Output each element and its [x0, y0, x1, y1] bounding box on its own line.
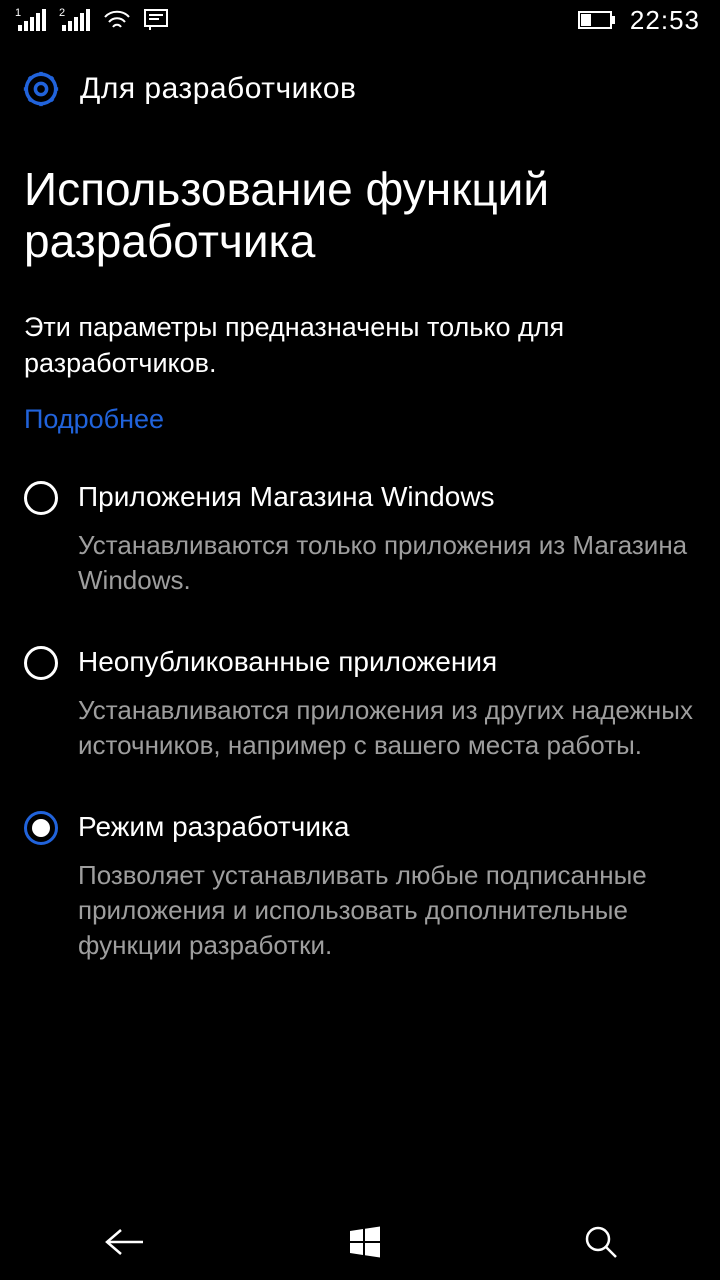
page-header: Для разработчиков: [0, 40, 720, 140]
signal-sim1-icon: 1: [16, 9, 46, 31]
radio-icon[interactable]: [24, 481, 58, 515]
option-description: Позволяет устанавливать любые подписанны…: [78, 858, 696, 963]
nav-bar: [0, 1202, 720, 1280]
sim2-index: 2: [59, 7, 65, 19]
radio-icon[interactable]: [24, 811, 58, 845]
option-sideload-apps[interactable]: Неопубликованные приложения Устанавливаю…: [24, 644, 696, 763]
status-right: 22:53: [578, 5, 700, 36]
gear-icon: [20, 68, 62, 110]
section-heading: Использование функций разработчика: [24, 164, 696, 267]
option-description: Устанавливаются приложения из других над…: [78, 693, 696, 763]
more-link[interactable]: Подробнее: [24, 404, 164, 435]
status-bar: 1 2: [0, 0, 720, 40]
signal-sim2-icon: 2: [60, 9, 90, 31]
option-windows-store-apps[interactable]: Приложения Магазина Windows Устанавливаю…: [24, 479, 696, 598]
battery-icon: [578, 11, 616, 29]
wifi-icon: [104, 9, 130, 31]
option-description: Устанавливаются только приложения из Маг…: [78, 528, 696, 598]
search-button[interactable]: [583, 1224, 619, 1260]
back-button[interactable]: [101, 1227, 147, 1257]
content: Использование функций разработчика Эти п…: [0, 140, 720, 964]
option-developer-mode[interactable]: Режим разработчика Позволяет устанавлива…: [24, 809, 696, 963]
page-title: Для разработчиков: [80, 72, 356, 106]
message-icon: [144, 9, 168, 31]
option-label: Режим разработчика: [78, 809, 696, 844]
option-label: Неопубликованные приложения: [78, 644, 696, 679]
option-label: Приложения Магазина Windows: [78, 479, 696, 514]
status-left: 1 2: [16, 9, 168, 31]
clock: 22:53: [630, 5, 700, 36]
start-button[interactable]: [348, 1225, 382, 1259]
radio-icon[interactable]: [24, 646, 58, 680]
section-description: Эти параметры предназначены только для р…: [24, 309, 696, 382]
sim1-index: 1: [15, 7, 21, 19]
